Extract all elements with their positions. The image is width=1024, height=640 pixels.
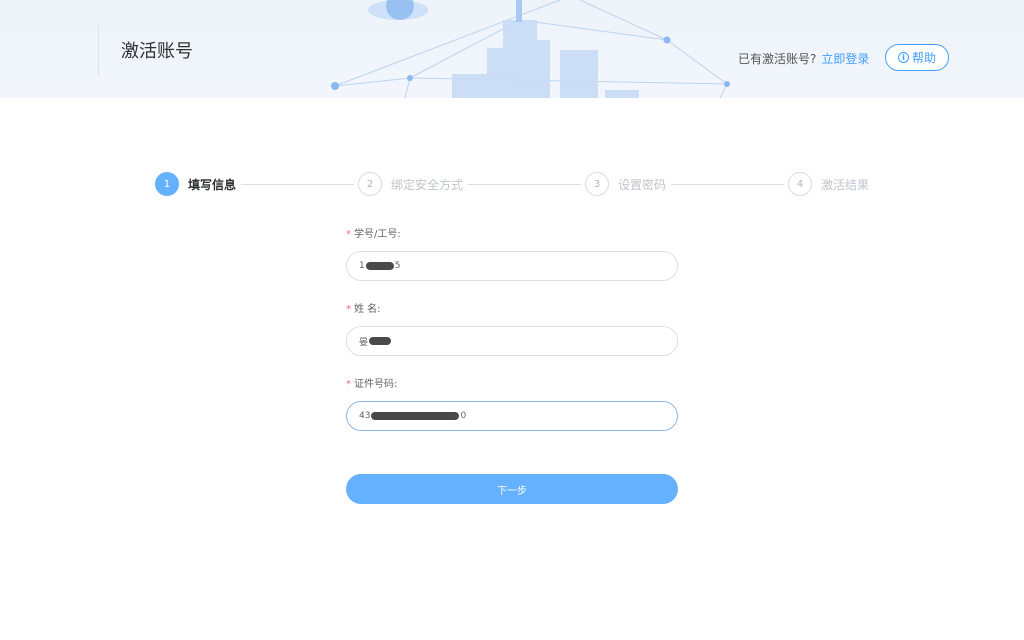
header-divider xyxy=(98,22,99,76)
step-label: 激活结果 xyxy=(821,177,870,192)
required-mark: * xyxy=(346,304,351,315)
step-connector xyxy=(241,184,354,185)
step-number: 4 xyxy=(788,172,812,196)
name-label: * 姓 名: xyxy=(346,304,381,315)
page-header: 激活账号 已有激活账号? 立即登录 i 帮助 xyxy=(0,0,1024,98)
login-hint-text: 已有激活账号? xyxy=(738,52,817,66)
name-input[interactable]: 晏 xyxy=(346,326,678,356)
step-connector xyxy=(671,184,784,185)
student-id-input[interactable]: 15 xyxy=(346,251,678,281)
required-mark: * xyxy=(346,229,351,240)
id-number-label: * 证件号码: xyxy=(346,379,398,390)
header-illustration xyxy=(331,0,730,98)
login-link[interactable]: 立即登录 xyxy=(821,52,869,66)
step-1: 1 填写信息 xyxy=(155,172,236,196)
step-number: 2 xyxy=(358,172,382,196)
redacted-mask xyxy=(365,262,394,270)
step-3: 3 设置密码 xyxy=(585,172,666,196)
help-button[interactable]: i 帮助 xyxy=(885,44,949,71)
page-title: 激活账号 xyxy=(121,41,193,62)
student-id-label: * 学号/工号: xyxy=(346,229,401,240)
step-indicator: 1 填写信息 2 绑定安全方式 3 设置密码 4 激活结果 xyxy=(0,172,1024,198)
login-hint: 已有激活账号? 立即登录 xyxy=(738,50,869,67)
next-step-button[interactable]: 下一步 xyxy=(346,474,678,504)
info-icon: i xyxy=(897,52,909,63)
id-number-input[interactable]: 43 0 xyxy=(346,401,678,431)
help-label: 帮助 xyxy=(911,51,936,65)
required-mark: * xyxy=(346,379,351,390)
redacted-mask xyxy=(369,337,392,345)
step-label: 设置密码 xyxy=(618,177,667,192)
step-label: 填写信息 xyxy=(188,177,237,192)
step-connector xyxy=(468,184,581,185)
step-number: 3 xyxy=(585,172,609,196)
step-4: 4 激活结果 xyxy=(788,172,869,196)
step-number: 1 xyxy=(155,172,179,196)
step-2: 2 绑定安全方式 xyxy=(358,172,463,196)
redacted-mask xyxy=(371,412,460,420)
step-label: 绑定安全方式 xyxy=(391,177,464,192)
